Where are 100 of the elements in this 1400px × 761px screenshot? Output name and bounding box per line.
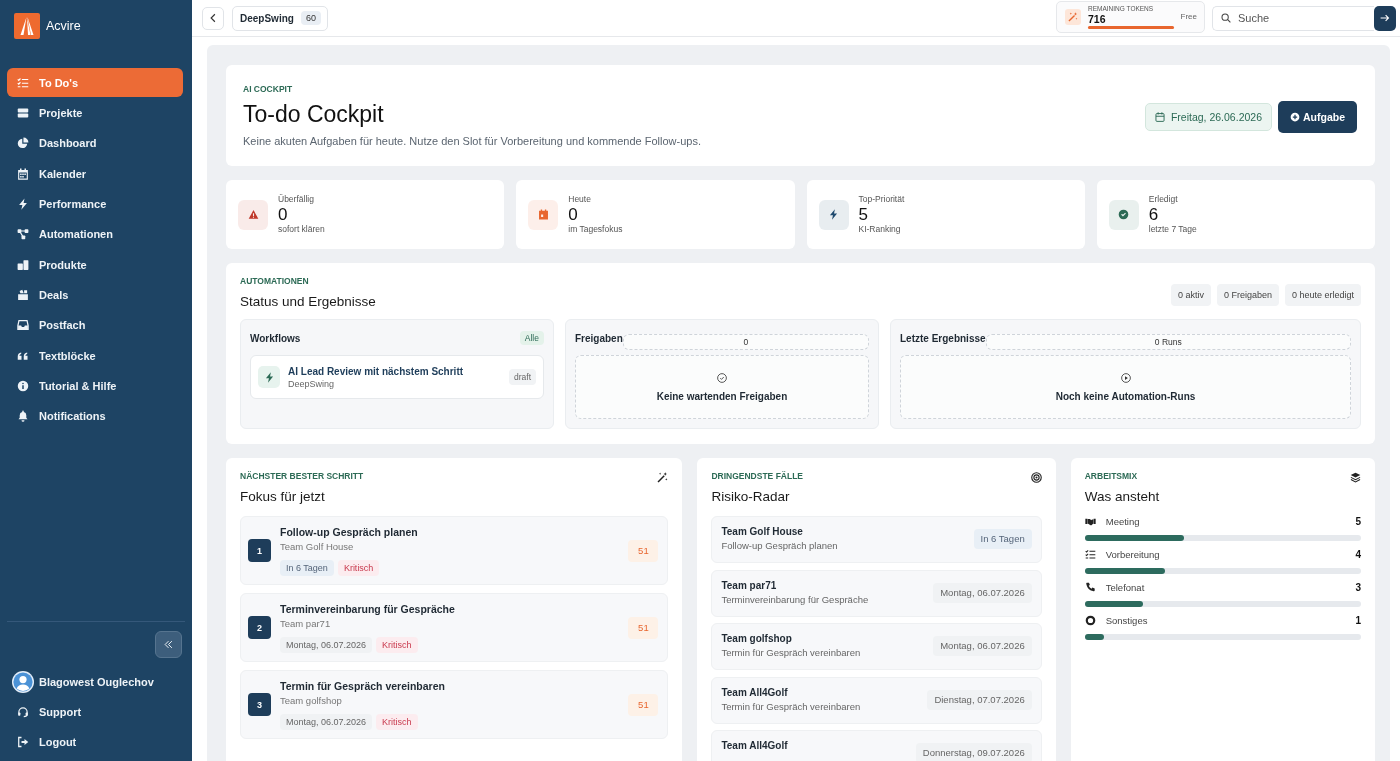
search-submit-button[interactable] (1374, 5, 1396, 31)
section-eyebrow: AI COCKPIT (243, 84, 294, 95)
user-menu[interactable]: Blagowest Ouglechov (7, 667, 183, 696)
task-team: Team golfshop (280, 694, 343, 707)
avatar-icon (12, 670, 34, 693)
panel-title: Letzte Ergebnisse (900, 332, 986, 344)
mix-label: Telefonat (1105, 582, 1145, 593)
stat-label: Top-Priorität (858, 194, 905, 205)
section-title: Risiko-Radar (711, 488, 791, 505)
nav-item[interactable]: Logout (7, 727, 183, 756)
handshake-icon (1084, 516, 1096, 527)
nav-item[interactable]: Performance (7, 189, 183, 219)
status-tag: draft (509, 369, 536, 385)
workflow-item[interactable]: AI Lead Review mit nächstem Schritt DeepSwing draft (250, 355, 544, 399)
case-card[interactable]: Team All4Golf Termin für Gespräch vereinbaren Dienstag, 07.07.2026 (711, 676, 1042, 724)
brand-name: Acvire (46, 19, 81, 33)
case-card[interactable]: Team All4Golf Donnerstag, 09.07.2026 (711, 730, 1042, 761)
nav-item[interactable]: Deals (7, 280, 183, 310)
mix-count: 3 (1355, 582, 1361, 593)
stat-label: Überfällig (278, 194, 315, 205)
case-team: Team par71 (721, 578, 778, 592)
lightning-icon (17, 197, 29, 210)
checklist-icon (17, 76, 29, 89)
project-selector[interactable]: DeepSwing 60 (232, 5, 328, 31)
logout-icon (17, 735, 29, 748)
task-card[interactable]: 2 Terminvereinbarung für Gespräche Team par71 Montag, 06.07.2026 Kritisch 51 (240, 593, 669, 662)
play-circle-icon (1120, 372, 1131, 383)
priority-tag: Kritisch (376, 713, 418, 730)
case-task: Follow-up Gespräch planen (721, 540, 838, 552)
bell-icon (17, 410, 29, 423)
task-card[interactable]: 1 Follow-up Gespräch planen Team Golf House In 6 Tagen Kritisch 51 (240, 516, 669, 585)
nav-item[interactable]: Kalender (7, 159, 183, 189)
case-task: Terminvereinbarung für Gespräche (721, 593, 869, 606)
priority-tag: Kritisch (376, 636, 418, 653)
case-team: Team Golf House (721, 525, 804, 538)
task-team: Team Golf House (280, 540, 355, 553)
package-icon (17, 289, 29, 301)
nav-item[interactable]: Dashboard (7, 128, 183, 158)
empty-message: Keine wartenden Freigaben (656, 390, 788, 402)
task-card[interactable]: 3 Termin für Gespräch vereinbaren Team golfshop Montag, 06.07.2026 Kritisch 51 (240, 670, 669, 739)
pie-chart-icon (17, 137, 29, 150)
section-title: Status und Ergebnisse (240, 293, 376, 310)
stat-value: 5 (858, 205, 869, 224)
case-team: Team All4Golf (721, 739, 788, 752)
lightning-icon (258, 366, 280, 388)
wand-icon (1065, 8, 1081, 25)
stat-note: KI-Ranking (858, 224, 902, 235)
rank-badge: 2 (248, 616, 271, 639)
date-button[interactable]: Freitag, 26.06.2026 (1144, 102, 1272, 131)
rank-badge: 3 (248, 693, 271, 716)
due-tag: Donnerstag, 09.07.2026 (915, 743, 1032, 761)
inbox-icon (17, 319, 29, 332)
workflow-project: DeepSwing (288, 378, 336, 389)
mix-count: 4 (1355, 549, 1361, 560)
mix-label: Meeting (1105, 516, 1140, 527)
stat-note: im Tagesfokus (568, 224, 623, 235)
count-badge: 60 (300, 11, 321, 25)
layers-icon (1350, 472, 1361, 483)
case-card[interactable]: Team golfshop Termin für Gespräch vereinbaren Montag, 06.07.2026 (711, 623, 1042, 670)
case-card[interactable]: Team Golf House Follow-up Gespräch planen In 6 Tagen (711, 516, 1042, 563)
nodes-icon (17, 228, 29, 241)
task-title: Follow-up Gespräch planen (280, 525, 418, 539)
nav-item[interactable]: Postfach (7, 310, 183, 340)
case-card[interactable]: Team par71 Terminvereinbarung für Gespräche Montag, 06.07.2026 (711, 569, 1042, 617)
stat-value: 6 (1148, 205, 1160, 224)
back-button[interactable] (202, 6, 224, 30)
nav-item[interactable]: Projekte (7, 98, 183, 128)
nav-item[interactable]: Automationen (7, 219, 183, 249)
search-field[interactable]: Suche (1212, 5, 1374, 31)
section-eyebrow: DRINGENDSTE FÄLLE (711, 471, 804, 482)
nav-item[interactable]: Textblöcke (7, 341, 183, 371)
page-subtitle: Keine akuten Aufgaben für heute. Nutze den Slot für Vorbereitung und kommende Follow-ups. (243, 134, 702, 149)
token-value: 716 (1088, 12, 1107, 25)
score-badge: 51 (628, 693, 659, 716)
chevrons-left-icon (164, 640, 173, 649)
nav-item[interactable]: Notifications (7, 401, 183, 431)
section-title: Was ansteht (1084, 488, 1160, 505)
workflow-title: AI Lead Review mit nächstem Schritt (288, 365, 464, 377)
stat-value: 0 (278, 205, 289, 224)
add-task-button[interactable]: Aufgabe (1278, 100, 1357, 133)
due-tag: Montag, 06.07.2026 (280, 713, 373, 730)
empty-message: Noch keine Automation-Runs (1055, 390, 1196, 402)
nav-item[interactable]: Produkte (7, 250, 183, 280)
page-title: To-do Cockpit (243, 100, 385, 128)
mix-label: Vorbereitung (1105, 549, 1160, 560)
stat-note: letzte 7 Tage (1148, 224, 1197, 235)
nav-item[interactable]: Tutorial & Hilfe (7, 371, 183, 401)
due-tag: Dienstag, 07.07.2026 (927, 689, 1032, 710)
nav-item[interactable]: Support (7, 697, 183, 726)
stat-value: 0 (568, 205, 579, 224)
score-badge: 51 (628, 616, 659, 639)
due-tag: Montag, 06.07.2026 (933, 582, 1032, 603)
task-team: Team par71 (280, 617, 332, 630)
checklist-icon (1084, 549, 1096, 560)
panel-badge: 0 Runs (985, 334, 1351, 350)
due-tag: In 6 Tagen (280, 559, 334, 576)
case-task: Termin für Gespräch vereinbaren (721, 700, 861, 713)
collapse-button[interactable] (155, 631, 182, 658)
calendar-icon (1154, 111, 1165, 122)
priority-tag: Kritisch (337, 559, 380, 576)
